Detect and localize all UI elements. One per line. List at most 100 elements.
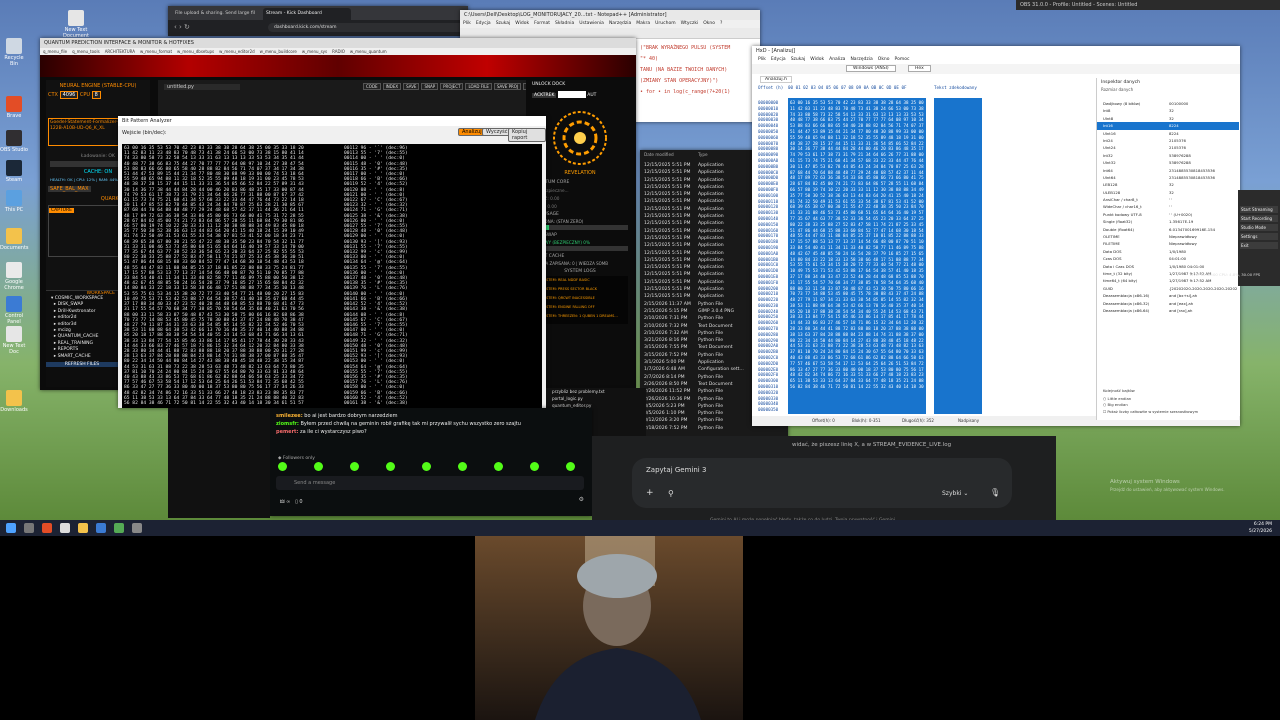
inspector-row[interactable]: ULEB128 32 xyxy=(1097,189,1239,196)
menu-item[interactable]: Makra xyxy=(636,21,650,26)
browser-window[interactable]: File upload & sharing. Send large fil St… xyxy=(168,6,468,36)
menu-item[interactable]: Narzędzia xyxy=(609,21,631,26)
notepad-taskbar-icon[interactable] xyxy=(96,523,106,533)
inspector-row[interactable]: Data DOS 1/0/1980 xyxy=(1097,248,1239,255)
inspector-row[interactable]: WideChar / char16_t ' ' xyxy=(1097,203,1239,210)
big-endian-radio[interactable]: ○ Big endian xyxy=(1103,402,1128,407)
hex-editor-menu[interactable]: Plik Edycja Szukaj Widok Analiza Narzędzia Okn… xyxy=(752,56,1240,64)
explorer-taskbar-icon[interactable] xyxy=(78,523,88,533)
inspector-row[interactable]: Czas DOS 04:01:00 xyxy=(1097,255,1239,262)
menu-item[interactable]: Uruchom xyxy=(655,21,675,26)
inspector-row[interactable]: Data i Czas DOS 1/0/1980 04:01:00 xyxy=(1097,263,1239,270)
editor-toolbar-button[interactable]: LOAD FILE xyxy=(465,83,492,90)
gemini-prompt-box[interactable]: Zapytaj Gemini 3 + ⚲ Szybki ⌄ 🎙 xyxy=(632,458,1012,508)
inspector-row[interactable]: Dezasemblacja (x86-16) and [bx+si],ah xyxy=(1097,292,1239,299)
desktop-icon[interactable]: Control Panel xyxy=(0,296,28,325)
analyzer-input-area[interactable]: 63 00 16 35 53 53 70 42 23 83 33 38 38 2… xyxy=(122,144,342,408)
chat-settings-icon[interactable]: ⚙ xyxy=(579,496,584,503)
desktop-icon[interactable]: Steam xyxy=(0,160,28,183)
inspector-row[interactable]: LEB128 32 xyxy=(1097,181,1239,188)
workspace-tree[interactable]: ▾ COSMIC_WORKSPACE ▸ DISK_SWAP ▸ Drill-K… xyxy=(46,296,118,360)
dashboard-menu-tab[interactable]: q_menu_file xyxy=(43,49,67,54)
inspector-row[interactable]: Single (float32) 1.35617E-19 xyxy=(1097,218,1239,225)
inspector-row[interactable]: UInt16 8224 xyxy=(1097,130,1239,137)
analyzer-title[interactable]: Bit Pattern Analyzer xyxy=(118,116,546,126)
menu-item[interactable]: Narzędzia xyxy=(850,57,872,62)
inspector-row[interactable]: OLETIME Nieprawidłowy xyxy=(1097,233,1239,240)
editor-file-tab[interactable]: untitled.py xyxy=(164,84,240,90)
emote-icon[interactable] xyxy=(278,462,287,471)
inspector-row[interactable]: UInt64 2314885530818453536 xyxy=(1097,174,1239,181)
obs-control-button[interactable]: Start Streaming xyxy=(1240,206,1278,213)
dashboard-title[interactable]: QUANTUM PREDICTION INTERFACE & MONITOR &… xyxy=(40,38,636,48)
editor-toolbar-button[interactable]: CODE xyxy=(363,83,381,90)
emote-icon[interactable] xyxy=(314,462,323,471)
obs-control-button[interactable]: Exit xyxy=(1240,242,1278,249)
obs-control-button[interactable]: Studio Mode xyxy=(1240,224,1278,231)
desktop-icon[interactable]: Google Chrome xyxy=(0,262,28,291)
menu-item[interactable]: Szukaj xyxy=(496,21,511,26)
safe-bal-max-field[interactable]: SAFE_BAL_MAX xyxy=(48,186,91,192)
desktop-icon[interactable]: Recycle Bin xyxy=(0,38,28,67)
menu-item[interactable]: Edycja xyxy=(476,21,491,26)
hex-editor-title[interactable]: HxD - [Analizuj] xyxy=(752,46,1240,56)
taskbar-clock[interactable]: 6:24 PM 5/27/2026 xyxy=(1249,521,1272,535)
notepad-menu[interactable]: Plik Edycja Szukaj Widok Format Składnia Ustaw… xyxy=(460,20,760,28)
inspector-row[interactable]: Int24 2105376 xyxy=(1097,137,1239,144)
inspector-row[interactable]: Punkt kodowy UTF-8 ' ' (U+0020) xyxy=(1097,211,1239,218)
editor-toolbar-button[interactable]: SNAP xyxy=(421,83,439,90)
browser-tab-1[interactable]: File upload & sharing. Send large fil xyxy=(172,8,260,20)
menu-item[interactable]: Szukaj xyxy=(791,57,806,62)
menu-item[interactable]: Okno xyxy=(878,57,890,62)
browser-tab-2[interactable]: Stream - Kick Dashboard xyxy=(263,8,351,20)
menu-item[interactable]: ? xyxy=(720,21,722,26)
dashboard-menu-tab[interactable]: RADIO xyxy=(332,49,345,54)
menu-item[interactable]: Okno xyxy=(703,21,715,26)
menu-item[interactable]: Składnia xyxy=(555,21,574,26)
inspector-row[interactable]: UInt8 32 xyxy=(1097,115,1239,122)
hex-text-selection[interactable] xyxy=(934,98,982,414)
little-endian-radio[interactable]: ○ Little endian xyxy=(1103,396,1131,401)
emote-icon[interactable] xyxy=(494,462,503,471)
dashboard-menu-tab[interactable]: w_menu_quantum xyxy=(350,49,387,54)
python-taskbar-icon[interactable] xyxy=(114,523,124,533)
back-icon[interactable]: ‹ › ↻ xyxy=(174,23,190,31)
brave-taskbar-icon[interactable] xyxy=(42,523,52,533)
desktop-icon[interactable]: This PC xyxy=(0,190,28,213)
gemini-mode-select[interactable]: Szybki ⌄ xyxy=(942,490,968,497)
inspector-row[interactable]: UInt24 2105376 xyxy=(1097,144,1239,151)
desktop-icon[interactable]: Downloads xyxy=(0,390,28,413)
desktop-icon[interactable]: Brave xyxy=(0,96,28,119)
desktop-icon[interactable]: New Text Document xyxy=(62,10,90,39)
inspector-row[interactable]: FILETIME Nieprawidłowy xyxy=(1097,240,1239,247)
inspector-row[interactable]: Int64 2314885530818453536 xyxy=(1097,167,1239,174)
dock-tab[interactable]: DOCK xyxy=(552,82,565,87)
unlock-tab[interactable]: UNLOCK xyxy=(532,82,551,87)
capture-button[interactable]: CAPTURE xyxy=(49,208,74,213)
refresh-files-button[interactable]: REFRESH FILES xyxy=(46,362,118,368)
inspector-row[interactable]: GUID{20202020-2020-2020-2020-20202020202… xyxy=(1097,285,1239,292)
obs-title-bar[interactable]: OBS 31.0.0 - Profile: Untitled - Scenes:… xyxy=(1016,0,1280,10)
inspector-row[interactable]: Double (float64) 6.0134700169916E-154 xyxy=(1097,226,1239,233)
dashboard-menu[interactable]: q_menu_file q_menu_tools ARCHITEKTURA w_men… xyxy=(40,48,636,55)
editor-toolbar-button[interactable]: SAVE xyxy=(403,83,420,90)
notepad-title[interactable]: C:\Users\Dell\Desktop\LOG_MONITORUJACY_2… xyxy=(460,10,760,20)
inspector-row[interactable]: Dwójkowy (8 bitów) 00100000 xyxy=(1097,100,1239,107)
emote-icon[interactable] xyxy=(458,462,467,471)
editor-toolbar-button[interactable]: RUN AS PY xyxy=(523,83,526,90)
bit-pattern-analyzer-window[interactable]: Bit Pattern Analyzer Wejście (bin/dec): … xyxy=(118,116,546,408)
search-icon[interactable] xyxy=(24,523,34,533)
inspector-row[interactable]: AnsiChar / char8_t ' ' xyxy=(1097,196,1239,203)
desktop-icon[interactable]: New Text Doc xyxy=(0,326,28,355)
acktrek-button[interactable]: ACKTREK xyxy=(532,93,557,98)
emote-icon[interactable] xyxy=(530,462,539,471)
dashboard-menu-tab[interactable]: w_menu_editor2d xyxy=(219,49,255,54)
emote-icon[interactable] xyxy=(350,462,359,471)
dashboard-menu-tab[interactable]: w_menu_format xyxy=(140,49,172,54)
inspector-row[interactable]: Dezasemblacja (x86-32) and [eax],ah xyxy=(1097,300,1239,307)
file-name[interactable]: przybliz bez problemy.txt xyxy=(552,388,646,395)
obs-control-button[interactable]: Start Recording xyxy=(1240,215,1278,222)
editor-toolbar-button[interactable]: SAVE PROJ xyxy=(493,83,522,90)
acktrek-input[interactable] xyxy=(557,91,586,98)
obs-control-button[interactable]: Settings xyxy=(1240,233,1278,240)
